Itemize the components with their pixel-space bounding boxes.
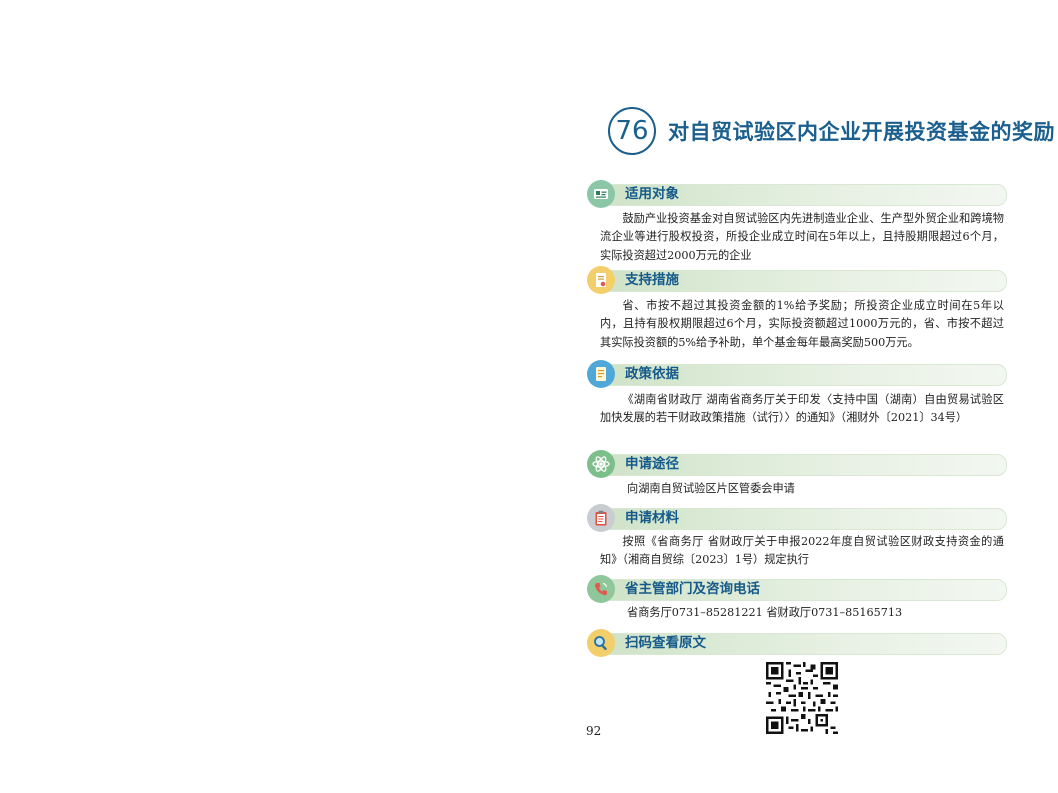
section-body-application-channel: 向湖南自贸试验区片区管委会申请: [627, 482, 795, 495]
item-number-badge: 76: [608, 107, 656, 155]
section-title: 申请途径: [625, 456, 679, 472]
policy-document-icon: [587, 360, 615, 388]
document-seal-icon: [587, 266, 615, 294]
page-number: 92: [586, 724, 602, 738]
section-header-contact: 省主管部门及咨询电话: [587, 575, 1007, 603]
id-card-icon: [587, 180, 615, 208]
left-page-blank: [0, 0, 529, 793]
section-body-policy-basis: 《湖南省财政厅 湖南省商务厅关于印发〈支持中国（湖南）自由贸易试验区加快发展的若…: [600, 393, 1004, 425]
section-title: 适用对象: [625, 186, 679, 202]
section-body-eligibility: 鼓励产业投资基金对自贸试验区内先进制造业企业、生产型外贸企业和跨境物流企业等进行…: [600, 212, 1004, 262]
section-body-measures: 省、市按不超过其投资金额的1%给予奖励；所投资企业成立时间在5年以内，且持有股权…: [600, 299, 1004, 349]
page-title: 对自贸试验区内企业开展投资基金的奖励: [668, 120, 1055, 144]
clipboard-icon: [587, 504, 615, 532]
phone-icon: [587, 575, 615, 603]
item-title: 76 对自贸试验区内企业开展投资基金的奖励: [608, 106, 1055, 156]
qr-code[interactable]: [766, 662, 838, 734]
section-header-eligibility: 适用对象: [587, 180, 1007, 208]
section-header-materials: 申请材料: [587, 504, 1007, 532]
section-body-contact: 省商务厅0731–85281221 省财政厅0731–85165713: [627, 606, 903, 619]
section-header-policy-basis: 政策依据: [587, 360, 1007, 388]
atom-icon: [587, 450, 615, 478]
section-title: 申请材料: [625, 510, 679, 526]
section-title: 省主管部门及咨询电话: [625, 581, 760, 597]
section-header-scan-qr: 扫码查看原文: [587, 629, 1007, 657]
section-title: 政策依据: [625, 366, 679, 382]
section-header-application-channel: 申请途径: [587, 450, 1007, 478]
section-body-materials: 按照《省商务厅 省财政厅关于申报2022年度自贸试验区财政支持资金的通知》（湘商…: [600, 535, 1004, 567]
section-title: 扫码查看原文: [625, 635, 706, 651]
section-header-measures: 支持措施: [587, 266, 1007, 294]
magnifier-icon: [587, 629, 615, 657]
section-title: 支持措施: [625, 272, 679, 288]
